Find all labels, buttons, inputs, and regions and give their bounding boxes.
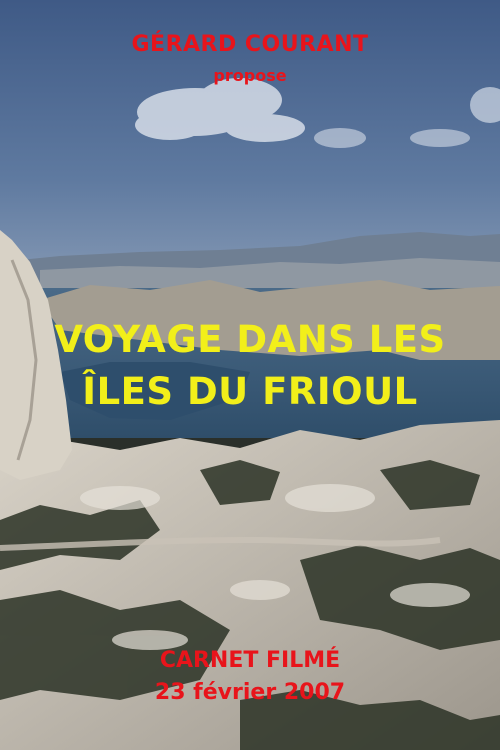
subtitle-date: 23 février 2007 [154,680,346,705]
director-credit: GÉRARD COURANT [131,32,369,57]
title-line-2: ÎLES DU FRIOUL [82,370,418,413]
presents-label: propose [213,66,287,85]
title-line-1: VOYAGE DANS LES [54,318,446,361]
film-poster: GÉRARD COURANT propose VOYAGE DANS LES Î… [0,0,500,750]
subtitle-line-1: CARNET FILMÉ [159,648,341,673]
